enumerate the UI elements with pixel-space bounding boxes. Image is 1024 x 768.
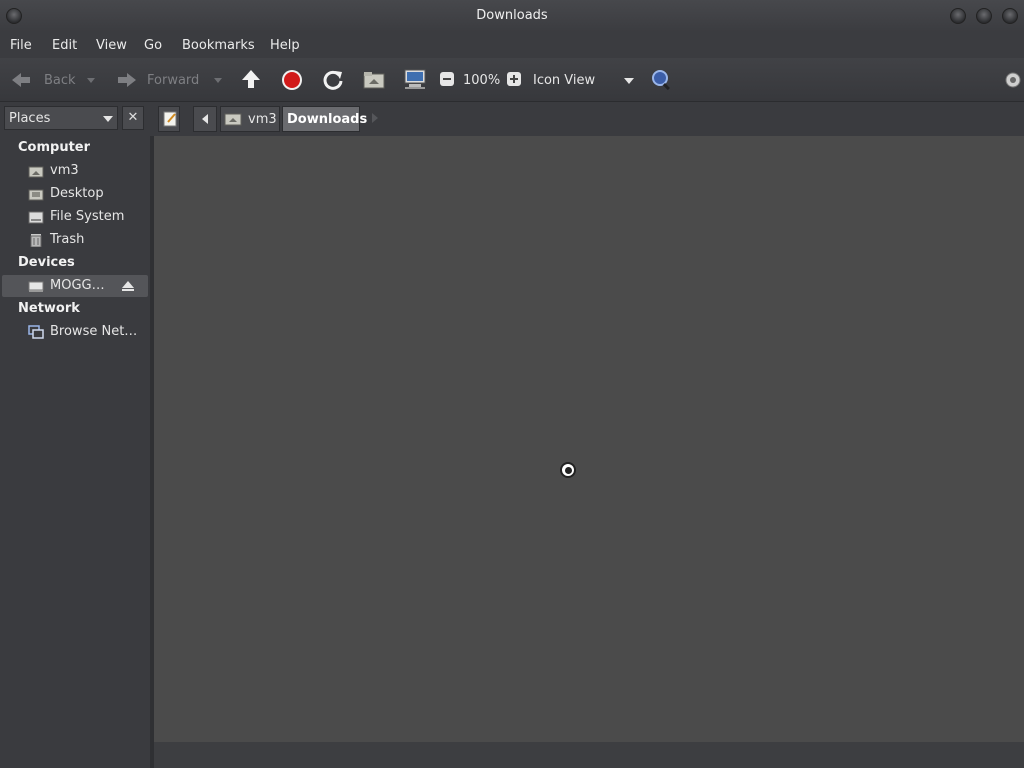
menu-view[interactable]: View (96, 38, 127, 53)
view-mode-label: Icon View (533, 73, 596, 88)
home-folder-icon (224, 113, 242, 126)
forward-arrow-icon (118, 73, 136, 87)
breadcrumb-scroll-right[interactable] (372, 113, 378, 123)
sidebar-item-label: Desktop (50, 186, 104, 201)
menu-bar: File Edit View Go Bookmarks Help (0, 32, 1024, 58)
up-arrow-icon[interactable] (240, 68, 262, 92)
sidebar-item-trash[interactable]: Trash (28, 230, 146, 250)
sidebar-item-vm3[interactable]: vm3 (28, 161, 146, 181)
toolbar: Back Forward 100% Icon View (0, 58, 1024, 102)
zoom-in-icon[interactable] (507, 72, 521, 86)
toggle-location-entry-button[interactable] (158, 106, 180, 132)
hard-drive-icon (28, 211, 44, 224)
side-pane-selector[interactable]: Places (4, 106, 118, 130)
trash-icon (30, 234, 42, 247)
sidebar-item-label: Browse Net… (50, 324, 138, 339)
maximize-button[interactable] (976, 8, 992, 24)
window-title: Downloads (476, 8, 548, 23)
sidebar-item-file-system[interactable]: File System (28, 207, 146, 227)
chevron-down-icon (624, 78, 634, 84)
forward-button[interactable]: Forward (114, 70, 214, 92)
close-side-pane-button[interactable]: ✕ (122, 106, 144, 130)
search-icon[interactable] (650, 68, 674, 92)
sidebar-item-desktop[interactable]: Desktop (28, 184, 146, 204)
breadcrumb-vm3[interactable]: vm3 (220, 106, 280, 132)
edit-location-icon (163, 111, 177, 127)
reload-icon[interactable] (322, 69, 344, 91)
sidebar-item-label: MOGG… (50, 278, 105, 293)
sidebar-header-devices: Devices (18, 255, 75, 270)
forward-label: Forward (147, 73, 200, 88)
menu-file[interactable]: File (10, 38, 32, 53)
file-view[interactable] (154, 136, 1024, 742)
drive-icon (28, 281, 44, 292)
sidebar-item-label: vm3 (50, 163, 79, 178)
status-bar (154, 742, 1024, 768)
desktop-folder-icon (28, 189, 44, 201)
eject-icon[interactable] (121, 279, 135, 293)
sidebar-item-browse-network[interactable]: Browse Net… (28, 322, 146, 342)
menu-bookmarks[interactable]: Bookmarks (182, 38, 255, 53)
menu-go[interactable]: Go (144, 38, 162, 53)
network-icon (28, 325, 44, 339)
breadcrumb-scroll-left[interactable] (193, 106, 217, 132)
sidebar-item-label: Trash (50, 232, 85, 247)
close-button[interactable] (1002, 8, 1018, 24)
sidebar-header-computer: Computer (18, 140, 91, 155)
menu-edit[interactable]: Edit (52, 38, 77, 53)
computer-icon[interactable] (403, 68, 427, 90)
chevron-left-icon (202, 114, 208, 124)
chevron-down-icon (103, 116, 113, 122)
location-bar: Places ✕ vm3 Downloads (0, 102, 1024, 136)
zoom-out-icon[interactable] (440, 72, 454, 86)
throbber-icon (1005, 72, 1021, 88)
home-folder-icon (28, 166, 44, 178)
side-pane-selector-label: Places (9, 111, 51, 126)
stop-icon[interactable] (281, 69, 303, 91)
back-arrow-icon (12, 73, 30, 87)
back-label: Back (44, 73, 76, 88)
back-history-dropdown[interactable] (87, 78, 95, 83)
breadcrumb-label: vm3 (248, 112, 277, 127)
home-folder-icon[interactable] (363, 70, 385, 90)
title-bar: Downloads (0, 0, 1024, 32)
breadcrumb-downloads[interactable]: Downloads (282, 106, 367, 132)
sidebar-item-label: File System (50, 209, 125, 224)
sidebar: Computer vm3 Desktop File System Trash D… (0, 136, 150, 768)
view-mode-select[interactable]: Icon View (533, 70, 637, 92)
zoom-level: 100% (463, 73, 501, 88)
sidebar-header-network: Network (18, 301, 80, 316)
breadcrumb-label: Downloads (287, 112, 368, 127)
busy-cursor-icon (560, 462, 576, 478)
forward-history-dropdown[interactable] (214, 78, 222, 83)
menu-help[interactable]: Help (270, 38, 300, 53)
minimize-button[interactable] (950, 8, 966, 24)
